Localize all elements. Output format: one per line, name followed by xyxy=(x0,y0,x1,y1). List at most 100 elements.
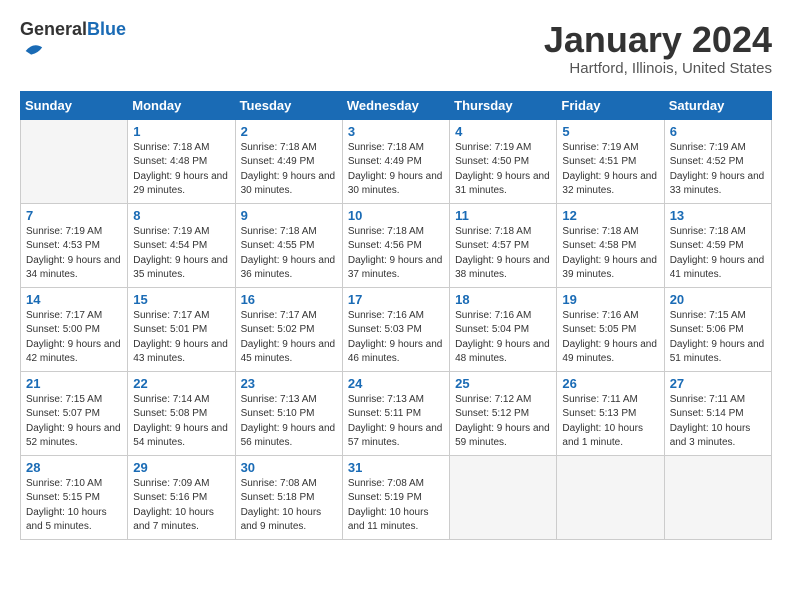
day-info: Sunrise: 7:15 AMSunset: 5:06 PMDaylight:… xyxy=(670,309,766,367)
day-info: Sunrise: 7:13 AMSunset: 5:10 PMDaylight:… xyxy=(241,393,337,451)
day-info: Sunrise: 7:14 AMSunset: 5:08 PMDaylight:… xyxy=(133,393,229,451)
day-info: Sunrise: 7:08 AMSunset: 5:18 PMDaylight:… xyxy=(241,477,337,535)
calendar-cell: 22 Sunrise: 7:14 AMSunset: 5:08 PMDayligh… xyxy=(128,371,235,455)
day-number: 16 xyxy=(241,292,337,307)
calendar-cell: 11 Sunrise: 7:18 AMSunset: 4:57 PMDayligh… xyxy=(450,203,557,287)
day-number: 21 xyxy=(26,376,122,391)
calendar-cell: 7 Sunrise: 7:19 AMSunset: 4:53 PMDaylight… xyxy=(21,203,128,287)
day-number: 31 xyxy=(348,460,444,475)
day-number: 25 xyxy=(455,376,551,391)
calendar-cell: 21Sunrise: 7:15 AMSunset: 5:07 PMDayligh… xyxy=(21,371,128,455)
day-info: Sunrise: 7:16 AMSunset: 5:04 PMDaylight:… xyxy=(455,309,551,367)
day-number: 12 xyxy=(562,208,658,223)
calendar-cell: 20 Sunrise: 7:15 AMSunset: 5:06 PMDayligh… xyxy=(664,287,771,371)
day-number: 11 xyxy=(455,208,551,223)
calendar-cell: 28Sunrise: 7:10 AMSunset: 5:15 PMDayligh… xyxy=(21,455,128,539)
page: GeneralBlue January 2024 Hartford, Illin… xyxy=(0,0,792,555)
logo-blue: Blue xyxy=(87,19,126,39)
day-number: 10 xyxy=(348,208,444,223)
header: GeneralBlue January 2024 Hartford, Illin… xyxy=(20,20,772,77)
calendar-cell: 26 Sunrise: 7:11 AMSunset: 5:13 PMDayligh… xyxy=(557,371,664,455)
day-number: 7 xyxy=(26,208,122,223)
calendar-cell xyxy=(450,455,557,539)
day-info: Sunrise: 7:18 AMSunset: 4:58 PMDaylight:… xyxy=(562,225,658,283)
calendar-cell: 25Sunrise: 7:12 AMSunset: 5:12 PMDayligh… xyxy=(450,371,557,455)
day-number: 14 xyxy=(26,292,122,307)
day-number: 23 xyxy=(241,376,337,391)
logo-icon xyxy=(22,40,44,62)
calendar-cell: 19Sunrise: 7:16 AMSunset: 5:05 PMDayligh… xyxy=(557,287,664,371)
calendar-cell: 3 Sunrise: 7:18 AMSunset: 4:49 PMDaylight… xyxy=(342,119,449,203)
day-info: Sunrise: 7:18 AMSunset: 4:55 PMDaylight:… xyxy=(241,225,337,283)
day-number: 6 xyxy=(670,124,766,139)
calendar-cell xyxy=(21,119,128,203)
day-info: Sunrise: 7:09 AMSunset: 5:16 PMDaylight:… xyxy=(133,477,229,535)
weekday-header-monday: Monday xyxy=(128,91,235,119)
day-number: 9 xyxy=(241,208,337,223)
day-number: 8 xyxy=(133,208,229,223)
calendar-cell: 4 Sunrise: 7:19 AMSunset: 4:50 PMDaylight… xyxy=(450,119,557,203)
day-info: Sunrise: 7:19 AMSunset: 4:54 PMDaylight:… xyxy=(133,225,229,283)
calendar-cell: 31Sunrise: 7:08 AMSunset: 5:19 PMDayligh… xyxy=(342,455,449,539)
calendar-cell: 23 Sunrise: 7:13 AMSunset: 5:10 PMDayligh… xyxy=(235,371,342,455)
day-info: Sunrise: 7:18 AMSunset: 4:56 PMDaylight:… xyxy=(348,225,444,283)
day-info: Sunrise: 7:18 AMSunset: 4:49 PMDaylight:… xyxy=(348,141,444,199)
day-number: 13 xyxy=(670,208,766,223)
logo: GeneralBlue xyxy=(20,20,126,67)
day-info: Sunrise: 7:19 AMSunset: 4:50 PMDaylight:… xyxy=(455,141,551,199)
day-number: 26 xyxy=(562,376,658,391)
weekday-header-tuesday: Tuesday xyxy=(235,91,342,119)
day-info: Sunrise: 7:19 AMSunset: 4:53 PMDaylight:… xyxy=(26,225,122,283)
weekday-header-wednesday: Wednesday xyxy=(342,91,449,119)
logo-text: GeneralBlue xyxy=(20,20,126,40)
calendar-cell: 10 Sunrise: 7:18 AMSunset: 4:56 PMDayligh… xyxy=(342,203,449,287)
day-number: 20 xyxy=(670,292,766,307)
day-info: Sunrise: 7:19 AMSunset: 4:51 PMDaylight:… xyxy=(562,141,658,199)
day-info: Sunrise: 7:18 AMSunset: 4:59 PMDaylight:… xyxy=(670,225,766,283)
week-row-1: 1Sunrise: 7:18 AMSunset: 4:48 PMDaylight… xyxy=(21,119,772,203)
calendar-cell: 6 Sunrise: 7:19 AMSunset: 4:52 PMDaylight… xyxy=(664,119,771,203)
calendar-cell: 30 Sunrise: 7:08 AMSunset: 5:18 PMDayligh… xyxy=(235,455,342,539)
calendar-cell: 1Sunrise: 7:18 AMSunset: 4:48 PMDaylight… xyxy=(128,119,235,203)
day-info: Sunrise: 7:13 AMSunset: 5:11 PMDaylight:… xyxy=(348,393,444,451)
week-row-4: 21Sunrise: 7:15 AMSunset: 5:07 PMDayligh… xyxy=(21,371,772,455)
day-info: Sunrise: 7:17 AMSunset: 5:02 PMDaylight:… xyxy=(241,309,337,367)
calendar-cell: 12 Sunrise: 7:18 AMSunset: 4:58 PMDayligh… xyxy=(557,203,664,287)
calendar-cell: 9 Sunrise: 7:18 AMSunset: 4:55 PMDaylight… xyxy=(235,203,342,287)
calendar-cell xyxy=(664,455,771,539)
calendar-subtitle: Hartford, Illinois, United States xyxy=(544,60,772,77)
calendar-cell: 24Sunrise: 7:13 AMSunset: 5:11 PMDayligh… xyxy=(342,371,449,455)
title-block: January 2024 Hartford, Illinois, United … xyxy=(544,20,772,77)
day-number: 28 xyxy=(26,460,122,475)
day-number: 5 xyxy=(562,124,658,139)
day-info: Sunrise: 7:17 AMSunset: 5:01 PMDaylight:… xyxy=(133,309,229,367)
day-number: 22 xyxy=(133,376,229,391)
day-info: Sunrise: 7:17 AMSunset: 5:00 PMDaylight:… xyxy=(26,309,122,367)
calendar-cell xyxy=(557,455,664,539)
weekday-header-sunday: Sunday xyxy=(21,91,128,119)
week-row-2: 7 Sunrise: 7:19 AMSunset: 4:53 PMDaylight… xyxy=(21,203,772,287)
day-number: 1 xyxy=(133,124,229,139)
calendar-cell: 14 Sunrise: 7:17 AMSunset: 5:00 PMDayligh… xyxy=(21,287,128,371)
day-number: 18 xyxy=(455,292,551,307)
calendar-cell: 2Sunrise: 7:18 AMSunset: 4:49 PMDaylight… xyxy=(235,119,342,203)
day-number: 4 xyxy=(455,124,551,139)
day-number: 17 xyxy=(348,292,444,307)
weekday-header-row: SundayMondayTuesdayWednesdayThursdayFrid… xyxy=(21,91,772,119)
day-info: Sunrise: 7:11 AMSunset: 5:13 PMDaylight:… xyxy=(562,393,658,451)
weekday-header-thursday: Thursday xyxy=(450,91,557,119)
day-number: 15 xyxy=(133,292,229,307)
day-info: Sunrise: 7:19 AMSunset: 4:52 PMDaylight:… xyxy=(670,141,766,199)
weekday-header-friday: Friday xyxy=(557,91,664,119)
day-info: Sunrise: 7:11 AMSunset: 5:14 PMDaylight:… xyxy=(670,393,766,451)
day-info: Sunrise: 7:16 AMSunset: 5:05 PMDaylight:… xyxy=(562,309,658,367)
calendar-table: SundayMondayTuesdayWednesdayThursdayFrid… xyxy=(20,91,772,540)
calendar-cell: 16 Sunrise: 7:17 AMSunset: 5:02 PMDayligh… xyxy=(235,287,342,371)
day-number: 29 xyxy=(133,460,229,475)
day-number: 30 xyxy=(241,460,337,475)
day-number: 2 xyxy=(241,124,337,139)
day-number: 3 xyxy=(348,124,444,139)
calendar-cell: 18 Sunrise: 7:16 AMSunset: 5:04 PMDayligh… xyxy=(450,287,557,371)
calendar-cell: 13 Sunrise: 7:18 AMSunset: 4:59 PMDayligh… xyxy=(664,203,771,287)
day-info: Sunrise: 7:18 AMSunset: 4:57 PMDaylight:… xyxy=(455,225,551,283)
